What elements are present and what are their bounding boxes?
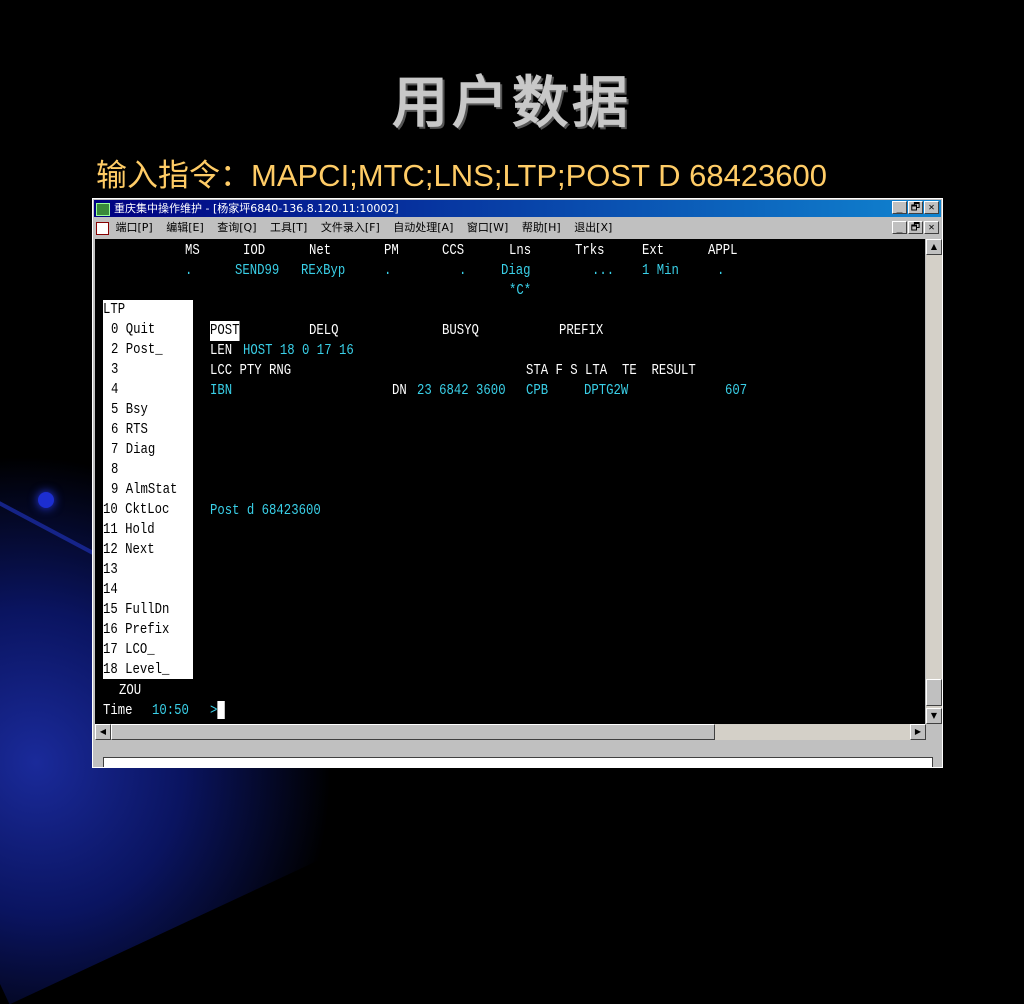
col-post: POST: [210, 321, 240, 341]
menu-file-entry[interactable]: 文件录入[F]: [321, 221, 380, 234]
restore-button[interactable]: 🗗: [908, 201, 923, 214]
menu-edit[interactable]: 编辑[E]: [166, 221, 204, 234]
status-value-net: RExByp: [301, 262, 346, 279]
ltp-menu: LTP 0 Quit 2 Post_ 3 4 5 Bsy 6 RTS 7 Dia…: [103, 300, 193, 679]
status-header-ext: Ext: [642, 242, 665, 259]
child-restore-button[interactable]: 🗗: [908, 221, 923, 234]
time-value: 10:50: [152, 702, 189, 719]
scroll-up-button[interactable]: ▲: [926, 239, 942, 255]
menu-help[interactable]: 帮助[H]: [522, 221, 561, 234]
sta-value: CPB: [526, 382, 549, 399]
result-value: 607: [725, 382, 748, 399]
slide-title: 用户数据: [392, 71, 632, 136]
menu-title: LTP: [103, 301, 126, 318]
text-cursor: [217, 701, 225, 720]
child-minimize-button[interactable]: _: [892, 221, 907, 234]
status-header-net: Net: [309, 242, 332, 259]
status-header-appl: APPL: [708, 242, 738, 259]
slide-subtitle: 输入指令：MAPCI;MTC;LNS;LTP;POST D 68423600: [96, 158, 828, 193]
menu-item: 4: [111, 381, 119, 398]
menu-item: 13: [103, 561, 118, 578]
scroll-left-button[interactable]: ◀: [95, 724, 111, 740]
close-button[interactable]: ✕: [924, 201, 939, 214]
lcc-value: IBN: [210, 382, 233, 399]
menu-exit[interactable]: 退出[X]: [574, 221, 612, 234]
terminal-screen[interactable]: MS IOD Net PM CCS Lns Trks Ext APPL . SE…: [95, 239, 925, 726]
status-value-ms: .: [185, 262, 193, 279]
menu-item: 17 LCO_: [103, 641, 155, 658]
menu-window[interactable]: 窗口[W]: [467, 221, 508, 234]
user-id: ZOU: [119, 682, 142, 699]
status-header-iod: IOD: [243, 242, 266, 259]
lcc-header: LCC PTY RNG: [210, 362, 292, 379]
menu-item: 11 Hold: [103, 521, 155, 538]
vertical-scroll-thumb[interactable]: [926, 679, 942, 706]
status-header-ms: MS: [185, 242, 200, 259]
menu-item: 15 FullDn: [103, 601, 170, 618]
menu-item: 14: [103, 581, 118, 598]
status-value-trks: ...: [592, 262, 615, 279]
terminal-window: 重庆集中操作维护 - [杨家坪6840-136.8.120.11:10002] …: [92, 198, 943, 768]
command-input[interactable]: [103, 757, 933, 767]
menu-item: 10 CktLoc: [103, 501, 170, 518]
len-value: HOST 18 0 17 16: [243, 342, 354, 359]
status-header-lns: Lns: [509, 242, 532, 259]
menu-item: 18 Level_: [103, 661, 170, 678]
status-value-iod: SEND99: [235, 262, 280, 279]
document-icon: [96, 221, 109, 235]
menu-item: 2 Post_: [111, 341, 163, 358]
time-label: Time: [103, 702, 133, 719]
col-delq: DELQ: [309, 322, 339, 339]
menu-item: 12 Next: [103, 541, 155, 558]
status-value-pm: .: [384, 262, 392, 279]
status-value-appl: .: [717, 262, 725, 279]
menu-item: 8: [111, 461, 119, 478]
lns-alarm: *C*: [509, 282, 532, 299]
menu-item: 16 Prefix: [103, 621, 170, 638]
horizontal-scroll-thumb[interactable]: [111, 724, 715, 740]
menu-item: 7 Diag: [111, 441, 156, 458]
window-title: 重庆集中操作维护 - [杨家坪6840-136.8.120.11:10002]: [114, 202, 399, 215]
menu-auto[interactable]: 自动处理[A]: [393, 221, 453, 234]
minimize-button[interactable]: _: [892, 201, 907, 214]
scroll-right-button[interactable]: ▶: [910, 724, 926, 740]
menu-item: 6 RTS: [111, 421, 148, 438]
menu-port[interactable]: 端口[P]: [116, 221, 153, 234]
child-close-button[interactable]: ✕: [924, 221, 939, 234]
command-prompt[interactable]: >: [210, 701, 225, 721]
status-value-ccs: .: [459, 262, 467, 279]
menu-item: 0 Quit: [111, 321, 156, 338]
background-dot: [38, 492, 54, 508]
menu-item: 9 AlmStat: [111, 481, 178, 498]
status-value-lns: Diag: [501, 262, 531, 279]
command-echo: Post d 68423600: [210, 502, 321, 519]
sta-header: STA F S LTA TE RESULT: [526, 362, 696, 379]
col-busyq: BUSYQ: [442, 322, 479, 339]
menu-item: 3: [111, 361, 119, 378]
menu-bar: 端口[P] 编辑[E] 查询[Q] 工具[T] 文件录入[F] 自动处理[A] …: [94, 218, 941, 237]
window-titlebar[interactable]: 重庆集中操作维护 - [杨家坪6840-136.8.120.11:10002] …: [94, 200, 941, 217]
dn-label: DN: [392, 382, 407, 399]
lta-value: DPTG2W: [584, 382, 629, 399]
menu-query[interactable]: 查询[Q]: [217, 221, 256, 234]
status-header-trks: Trks: [575, 242, 605, 259]
status-header-pm: PM: [384, 242, 399, 259]
app-icon: [96, 202, 110, 216]
col-prefix: PREFIX: [559, 322, 604, 339]
scroll-down-button[interactable]: ▼: [926, 708, 942, 724]
dn-value: 23 6842 3600: [417, 382, 506, 399]
vertical-scrollbar[interactable]: ▲ ▼: [926, 239, 942, 724]
status-header-ccs: CCS: [442, 242, 465, 259]
menu-item: 5 Bsy: [111, 401, 148, 418]
len-label: LEN: [210, 342, 233, 359]
status-value-ext: 1 Min: [642, 262, 679, 279]
menu-tools[interactable]: 工具[T]: [270, 221, 307, 234]
horizontal-scrollbar[interactable]: ◀ ▶: [95, 724, 926, 740]
